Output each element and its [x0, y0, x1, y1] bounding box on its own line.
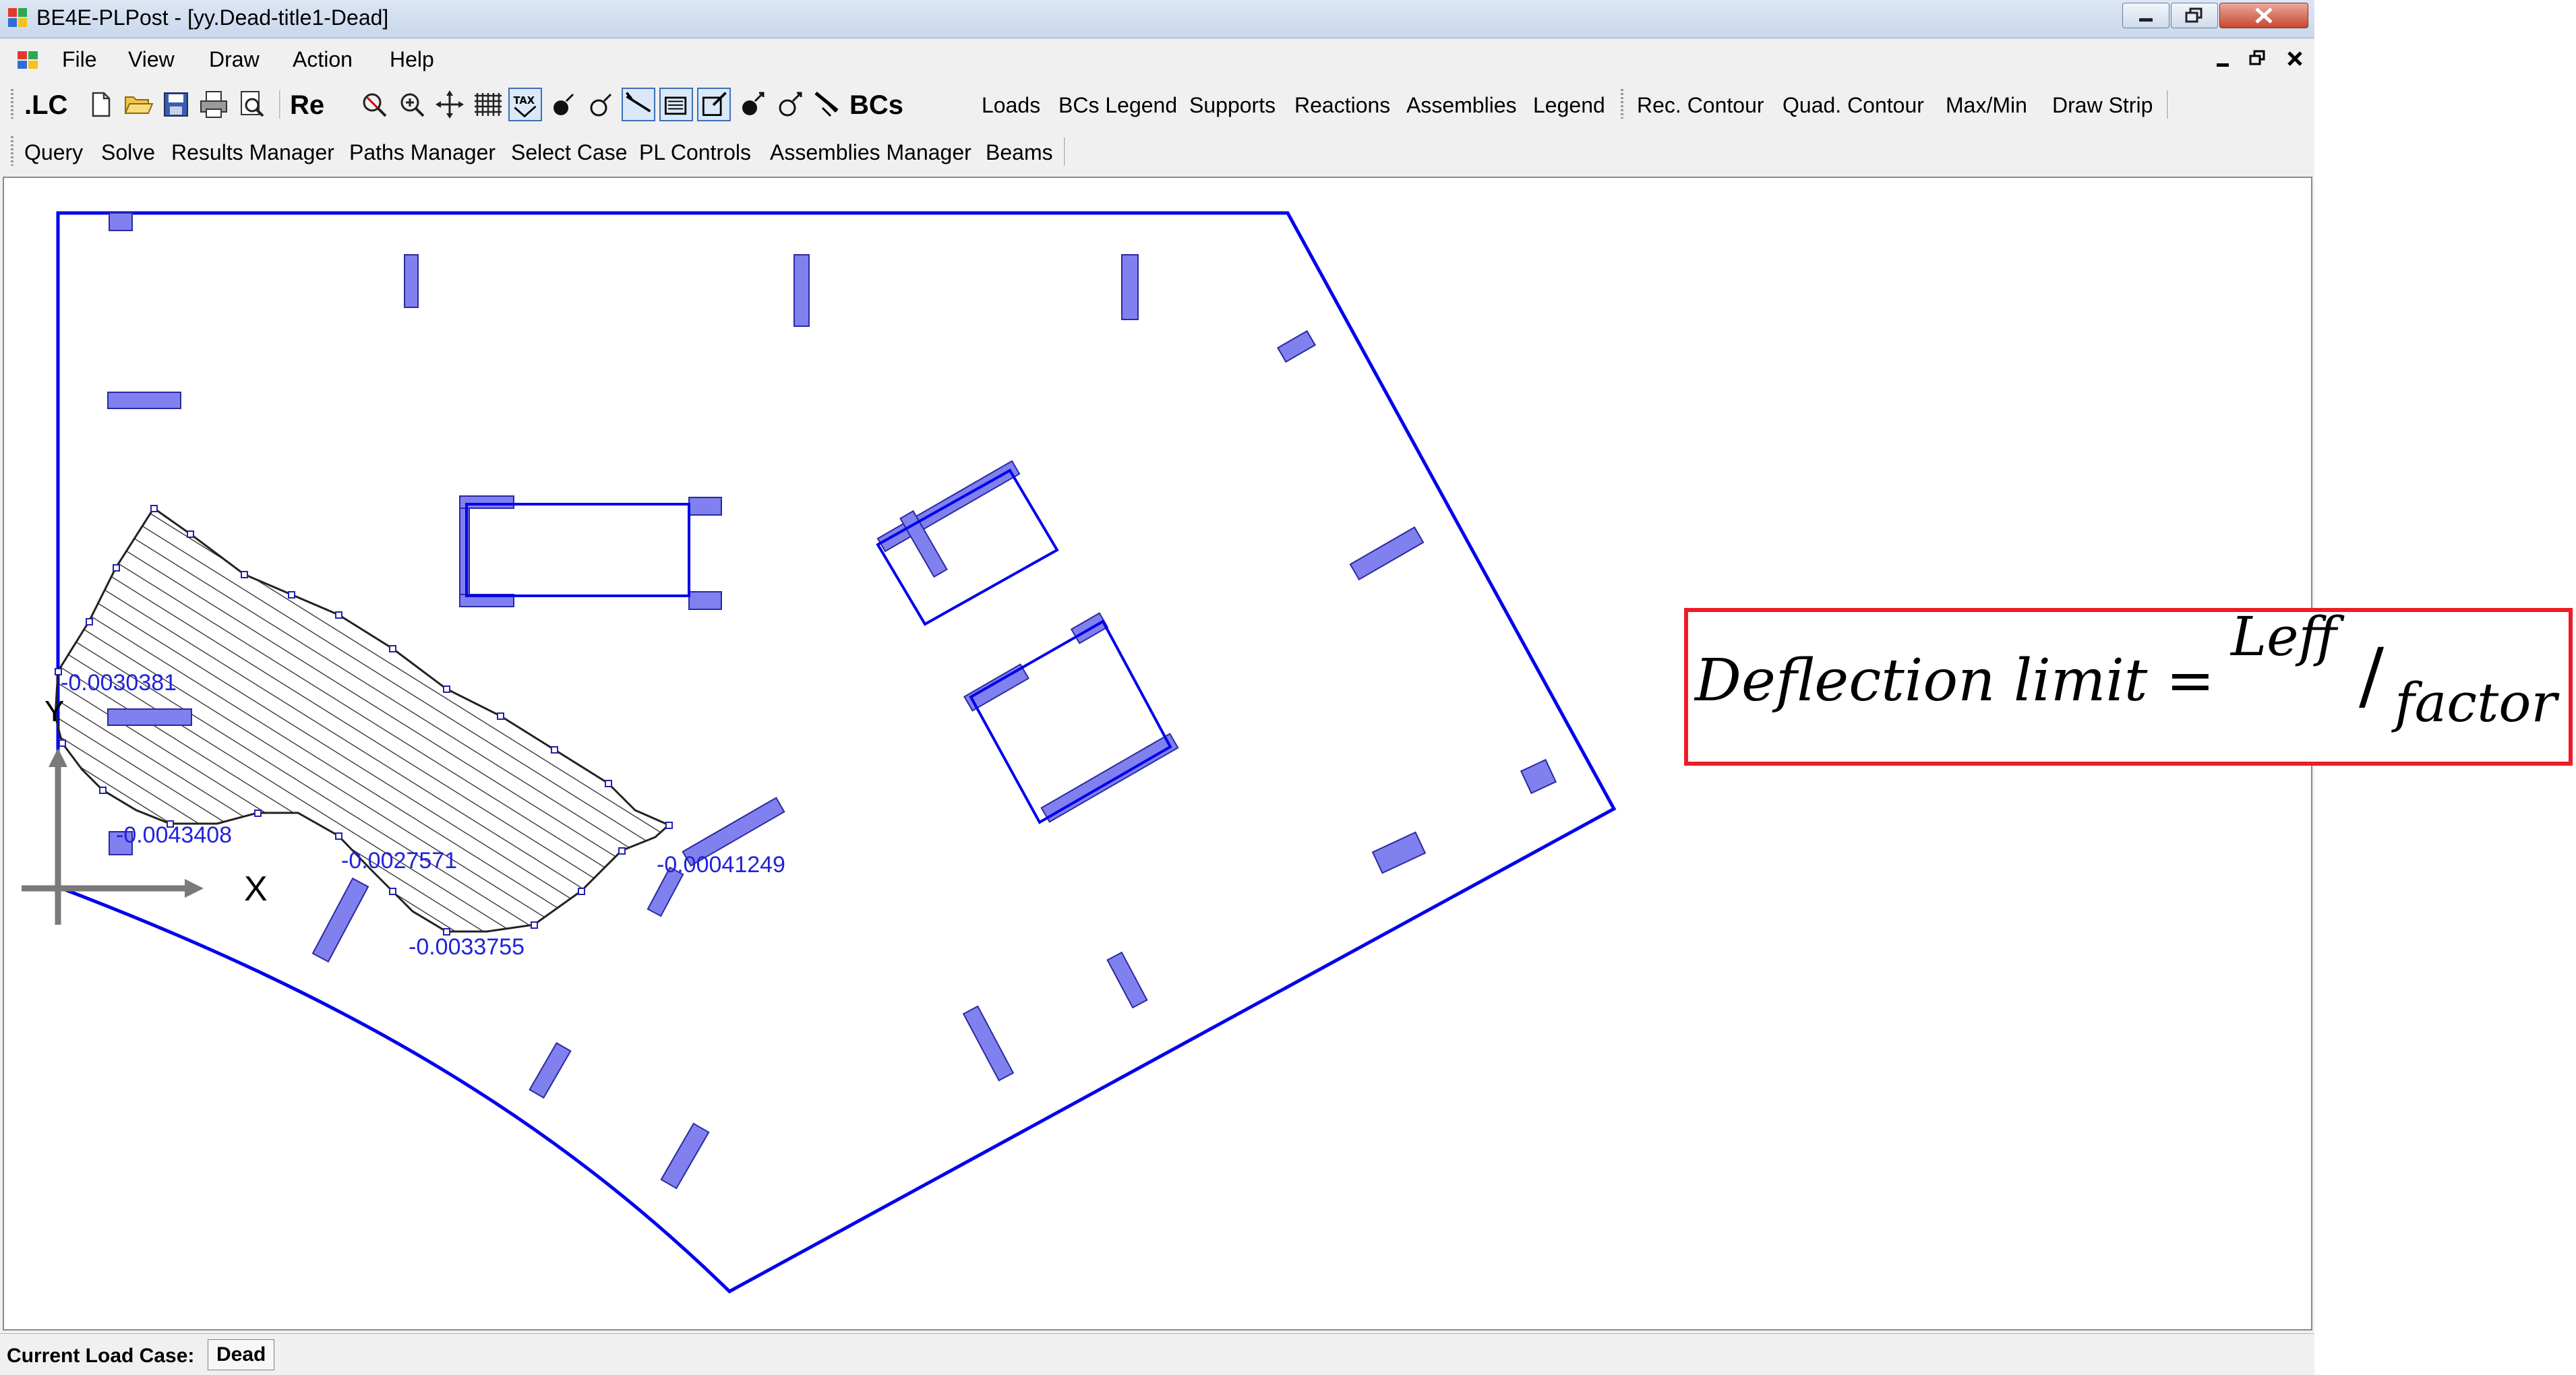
- core-outline: [465, 503, 690, 597]
- quad-contour-button[interactable]: Quad. Contour: [1783, 93, 1924, 118]
- formula-equals: =: [2165, 647, 2215, 714]
- toolbar-grip[interactable]: [1621, 89, 1623, 119]
- formula-slash: /: [2359, 632, 2385, 719]
- point-load-icon[interactable]: [735, 88, 769, 121]
- value-label: -0.00041249: [657, 852, 785, 878]
- main-toolbar: .LC Re TAX BCs Loads BCs Legend Supports…: [0, 81, 2314, 127]
- toolbar-grip[interactable]: [11, 136, 13, 166]
- toolbar-separator: [1064, 138, 1066, 166]
- max-min-button[interactable]: Max/Min: [1946, 93, 2027, 118]
- assemblies-button[interactable]: Assemblies: [1406, 93, 1517, 118]
- close-button[interactable]: [2219, 3, 2308, 28]
- value-label: -0.0033755: [409, 934, 525, 960]
- zoom-in-icon[interactable]: [395, 88, 429, 121]
- bcs-legend-button[interactable]: BCs Legend: [1058, 93, 1177, 118]
- minimize-icon: [2139, 18, 2153, 22]
- select-case-button[interactable]: Select Case: [511, 140, 628, 165]
- x-axis-label: X: [244, 869, 268, 909]
- load-case-button[interactable]: .LC: [24, 90, 67, 121]
- value-label: -0.0030381: [61, 670, 177, 696]
- formula-lhs: Deflection limit =: [1695, 647, 2215, 714]
- toolbar-separator: [279, 90, 281, 119]
- menu-draw[interactable]: Draw: [209, 47, 260, 72]
- print-preview-icon[interactable]: [235, 88, 268, 121]
- axis-icon[interactable]: TAX: [508, 88, 542, 121]
- close-icon: [2255, 7, 2273, 24]
- pl-controls-button[interactable]: PL Controls: [639, 140, 751, 165]
- mdi-close-icon[interactable]: [2285, 49, 2306, 70]
- paths-manager-button[interactable]: Paths Manager: [349, 140, 496, 165]
- results-manager-button[interactable]: Results Manager: [171, 140, 334, 165]
- y-axis-label: Y: [44, 695, 64, 728]
- pan-icon[interactable]: [433, 88, 467, 121]
- query-button[interactable]: Query: [24, 140, 83, 165]
- legend-button[interactable]: Legend: [1533, 93, 1605, 118]
- rec-contour-button[interactable]: Rec. Contour: [1637, 93, 1764, 118]
- restore-icon: [2185, 7, 2203, 23]
- assemblies-manager-button[interactable]: Assemblies Manager: [770, 140, 971, 165]
- reactions-button[interactable]: Reactions: [1294, 93, 1390, 118]
- node-filled-icon[interactable]: [546, 88, 580, 121]
- document-icon: [18, 51, 38, 69]
- zoom-out-icon[interactable]: [357, 88, 391, 121]
- redraw-button[interactable]: Re: [290, 90, 324, 121]
- grid-icon[interactable]: [471, 88, 504, 121]
- status-bar: Current Load Case: Dead: [0, 1333, 2314, 1375]
- supports-button[interactable]: Supports: [1189, 93, 1276, 118]
- app-icon: [8, 8, 27, 27]
- bcs-button[interactable]: BCs: [849, 90, 903, 121]
- formula-annotation: Deflection limit = Leff / factor: [1684, 605, 2573, 766]
- restore-button[interactable]: [2171, 3, 2218, 28]
- save-icon[interactable]: [159, 88, 193, 121]
- formula-denominator: factor: [2395, 671, 2557, 734]
- core-outline: [876, 468, 1059, 626]
- draw-strip-button[interactable]: Draw Strip: [2052, 93, 2153, 118]
- edit-element-icon[interactable]: [697, 88, 731, 121]
- moment-icon[interactable]: [773, 88, 806, 121]
- minimize-button[interactable]: [2122, 3, 2169, 28]
- mdi-restore-icon[interactable]: [2248, 49, 2268, 70]
- line-element-icon[interactable]: [622, 88, 655, 121]
- node-hollow-icon[interactable]: [584, 88, 618, 121]
- menu-bar: File View Draw Action Help: [0, 39, 2314, 81]
- toolbar-separator: [2167, 90, 2169, 119]
- beams-button[interactable]: Beams: [986, 140, 1053, 165]
- title-bar: BE4E-PLPost - [yy.Dead-title1-Dead]: [0, 0, 2314, 38]
- new-file-icon[interactable]: [84, 88, 117, 121]
- load-case-label: Current Load Case:: [7, 1345, 195, 1367]
- formula-lhs-text: Deflection limit: [1695, 647, 2148, 714]
- load-case-value: Dead: [208, 1339, 275, 1370]
- value-label: -0.0027571: [341, 848, 457, 874]
- support-icon[interactable]: [810, 88, 844, 121]
- menu-help[interactable]: Help: [390, 47, 434, 72]
- print-icon[interactable]: [197, 88, 231, 121]
- menu-view[interactable]: View: [128, 47, 175, 72]
- results-toolbar: Query Solve Results Manager Paths Manage…: [0, 128, 2314, 174]
- menu-action[interactable]: Action: [293, 47, 353, 72]
- window-title: BE4E-PLPost - [yy.Dead-title1-Dead]: [36, 5, 389, 30]
- svg-text:TAX: TAX: [514, 95, 535, 106]
- loads-button[interactable]: Loads: [982, 93, 1040, 118]
- formula-numerator: Leff: [2231, 605, 2337, 668]
- plate-element-icon[interactable]: [659, 88, 693, 121]
- solve-button[interactable]: Solve: [101, 140, 155, 165]
- menu-file[interactable]: File: [62, 47, 97, 72]
- value-label: -0.0043408: [116, 822, 232, 848]
- mdi-minimize-icon[interactable]: [2214, 50, 2233, 71]
- open-folder-icon[interactable]: [121, 88, 155, 121]
- toolbar-grip[interactable]: [11, 89, 13, 119]
